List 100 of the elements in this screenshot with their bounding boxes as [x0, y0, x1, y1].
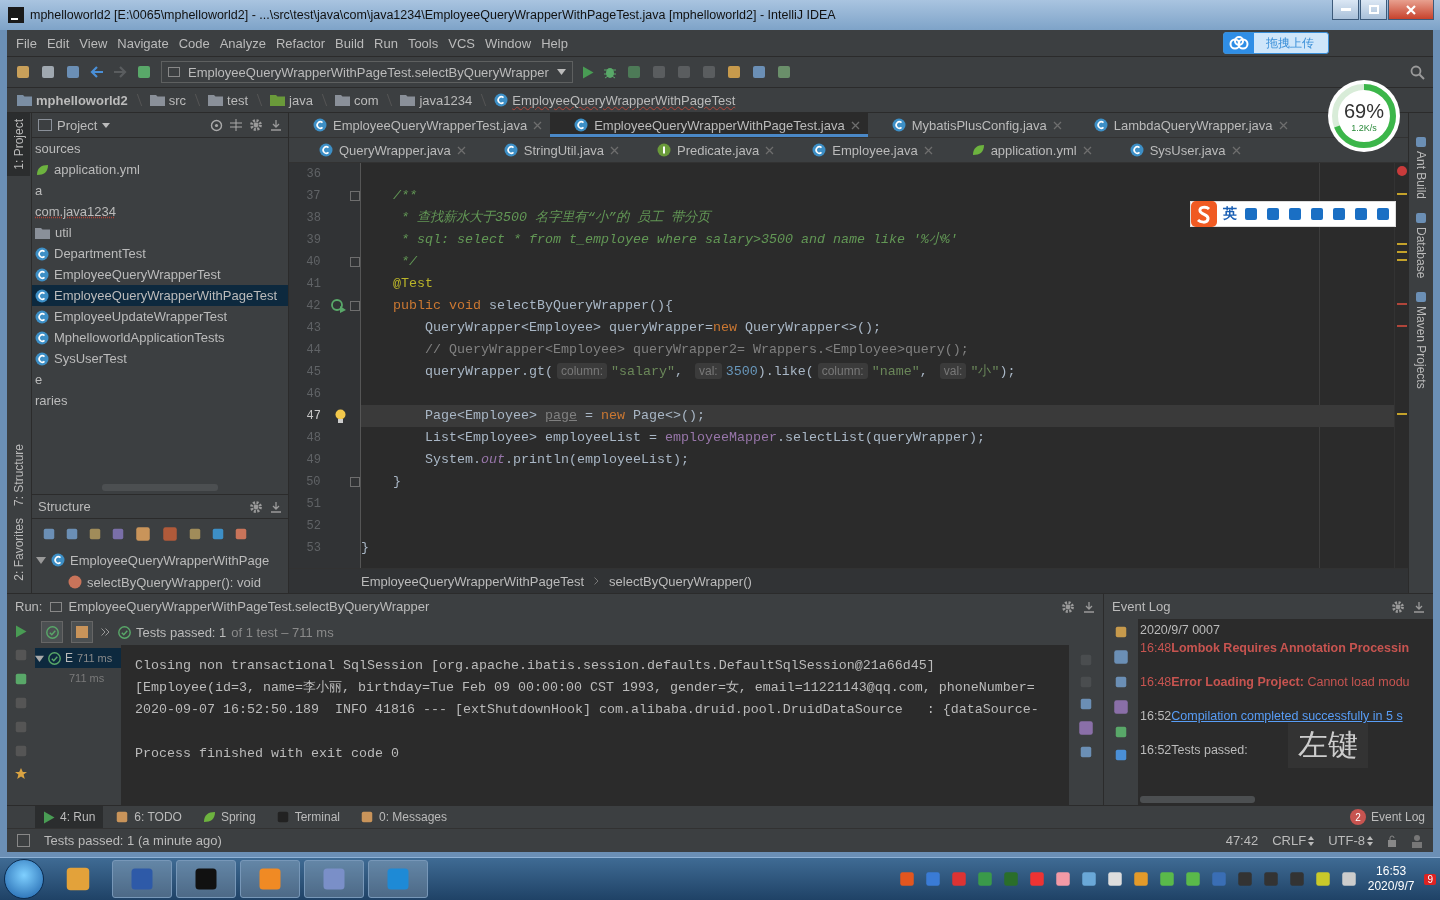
settings-icon[interactable] [249, 118, 263, 132]
tool-window-tab[interactable]: 4: Run [35, 806, 104, 828]
fold-marker-icon[interactable] [350, 477, 360, 487]
close-icon[interactable] [1231, 145, 1241, 155]
hide-icon[interactable] [1083, 600, 1095, 613]
menu-item[interactable]: Help [536, 35, 573, 51]
scrollbar-thumb[interactable] [1140, 796, 1255, 803]
panel-title[interactable]: Project [38, 117, 111, 133]
tray-icon[interactable] [1053, 870, 1072, 888]
tool-window-tab[interactable]: Terminal [267, 806, 348, 828]
lock-icon[interactable] [1387, 834, 1397, 847]
menu-item[interactable]: Code [173, 35, 215, 51]
settings-icon[interactable] [249, 499, 263, 514]
tree-item[interactable]: a [32, 180, 288, 201]
menu-item[interactable]: Build [330, 35, 369, 51]
more-icon[interactable] [101, 628, 110, 636]
close-icon[interactable] [765, 145, 775, 155]
tool-window-tab[interactable]: 6: TODO [107, 806, 190, 828]
tree-item[interactable]: raries [32, 390, 288, 411]
close-icon[interactable] [923, 145, 933, 155]
run-tab[interactable]: EmployeeQueryWrapperWithPageTest.selectByQueryWrapper [50, 599, 430, 614]
tool-window-tab[interactable]: Maven Projects [1414, 292, 1428, 390]
taskbar-app[interactable] [176, 860, 236, 898]
hide-icon[interactable] [270, 119, 282, 131]
panel-title[interactable]: Structure [38, 499, 91, 514]
inspector-icon[interactable] [1411, 833, 1423, 848]
close-icon[interactable] [1052, 120, 1062, 130]
tree-item[interactable]: e [32, 369, 288, 390]
close-icon[interactable] [456, 145, 466, 155]
run-icon[interactable] [581, 65, 594, 79]
line-separator[interactable]: CRLF [1272, 833, 1315, 848]
close-icon[interactable] [850, 120, 860, 130]
breadcrumb-item[interactable]: java [270, 92, 313, 108]
panel-toggle-icon[interactable] [17, 834, 30, 847]
menu-item[interactable]: Edit [41, 35, 75, 51]
menu-item[interactable]: File [11, 35, 42, 51]
breadcrumb-item[interactable]: EmployeeQueryWrapperWithPageTest [361, 573, 585, 589]
run-config-dropdown[interactable]: EmployeeQueryWrapperWithPageTest.selectByQueryWrapper [161, 61, 573, 83]
tree-item[interactable]: DepartmentTest [32, 243, 288, 264]
tree-item[interactable]: util [32, 222, 288, 243]
tool-window-tab[interactable]: Ant Build [1414, 137, 1428, 200]
hide-icon[interactable] [1413, 600, 1425, 613]
locate-icon[interactable] [210, 118, 223, 132]
breadcrumb-item[interactable]: selectByQueryWrapper() [609, 573, 752, 589]
start-button[interactable] [4, 859, 44, 899]
star-icon[interactable] [15, 768, 27, 780]
tray-icon[interactable] [1313, 870, 1332, 888]
test-tree-item[interactable]: E 711 ms [35, 648, 121, 668]
structure-item[interactable]: EmployeeQueryWrapperWithPage [32, 549, 288, 571]
close-icon[interactable] [533, 120, 543, 130]
editor-tab[interactable]: Predicate.java [626, 138, 783, 162]
maximize-button[interactable] [1360, 0, 1387, 20]
tray-icon[interactable] [1339, 870, 1358, 888]
breadcrumb-item[interactable]: test [208, 92, 249, 108]
fold-marker-icon[interactable] [350, 301, 360, 311]
editor-tab[interactable]: SysUser.java [1099, 138, 1249, 162]
menu-item[interactable]: Analyze [214, 35, 271, 51]
editor-tab[interactable]: application.yml [940, 138, 1100, 162]
tray-icon[interactable] [1157, 870, 1176, 888]
tree-item[interactable]: EmployeeQueryWrapperTest [32, 264, 288, 285]
debug-icon[interactable] [602, 65, 617, 79]
file-encoding[interactable]: UTF-8 [1328, 833, 1373, 848]
forward-icon[interactable] [113, 65, 127, 79]
run-icon[interactable] [43, 810, 55, 824]
tray-icon[interactable] [1131, 870, 1150, 888]
hide-icon[interactable] [270, 500, 282, 513]
editor-tab[interactable]: QueryWrapper.java [289, 138, 474, 162]
log-link[interactable]: Compilation completed successfully in 5 s [1171, 709, 1403, 723]
editor-tab[interactable]: EmployeeQueryWrapperTest.java [289, 113, 551, 137]
close-icon[interactable] [1278, 120, 1288, 130]
show-ignored-button[interactable] [71, 621, 93, 643]
tree-item[interactable]: SysUserTest [32, 348, 288, 369]
editor-tab[interactable]: Employee.java [782, 138, 941, 162]
breadcrumb-item[interactable]: EmployeeQueryWrapperWithPageTest [494, 92, 736, 108]
settings-icon[interactable] [1391, 599, 1405, 614]
menu-item[interactable]: Window [479, 35, 537, 51]
settings-icon[interactable] [1061, 599, 1075, 614]
lightbulb-icon[interactable] [334, 408, 346, 424]
tool-window-tab[interactable]: 7: Structure [7, 438, 30, 513]
breadcrumb-item[interactable]: java1234 [400, 92, 473, 108]
collapse-arrow-icon[interactable] [36, 555, 46, 565]
tool-window-tab[interactable]: Database [1414, 213, 1428, 279]
menu-item[interactable]: Run [369, 35, 403, 51]
tray-icon[interactable] [1183, 870, 1202, 888]
breadcrumb-item[interactable]: com [334, 92, 379, 108]
tree-item[interactable]: application.yml [32, 159, 288, 180]
show-passed-button[interactable] [41, 621, 63, 643]
event-log-button[interactable]: 2 Event Log [1341, 806, 1433, 828]
fold-marker-icon[interactable] [350, 191, 360, 201]
tray-icon[interactable] [1105, 870, 1124, 888]
tool-window-tab[interactable]: 1: Project [7, 113, 30, 176]
tool-window-tab[interactable]: Spring [193, 806, 264, 828]
back-icon[interactable] [90, 65, 104, 79]
breadcrumb-item[interactable]: mphelloworld2 [17, 92, 128, 108]
fold-marker-icon[interactable] [350, 257, 360, 267]
minimize-button[interactable] [1332, 0, 1359, 20]
tree-item[interactable]: sources [32, 138, 288, 159]
editor-tab[interactable]: EmployeeQueryWrapperWithPageTest.java [550, 113, 868, 137]
close-button[interactable] [1388, 0, 1434, 20]
menu-item[interactable]: VCS [443, 35, 480, 51]
